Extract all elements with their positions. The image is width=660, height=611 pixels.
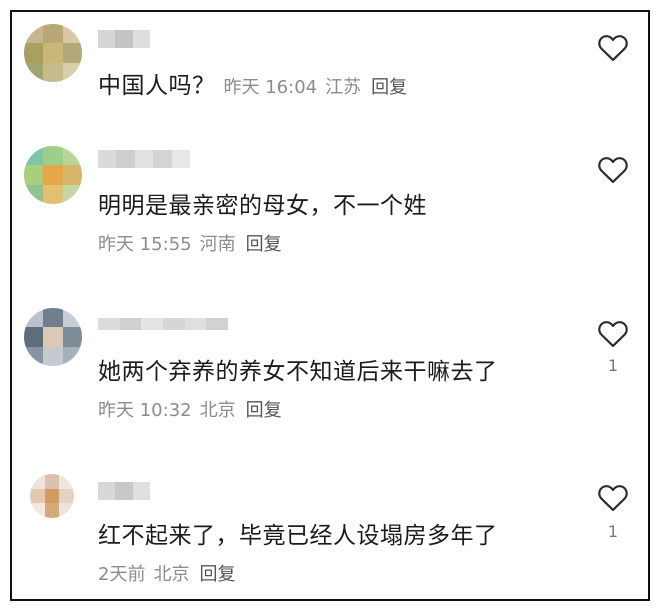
username-blurred[interactable]: [98, 318, 228, 330]
comment-text: 红不起来了，毕竟已经人设塌房多年了: [98, 523, 498, 549]
like-button[interactable]: [596, 154, 630, 184]
heart-outline-icon: [598, 321, 628, 348]
comment-time: 昨天 10:32: [98, 400, 192, 421]
reply-button[interactable]: 回复: [371, 77, 407, 98]
like-count: 1: [607, 356, 619, 375]
comment-location: 北京: [199, 400, 236, 421]
like-count: 1: [607, 522, 619, 541]
reply-button[interactable]: 回复: [246, 400, 282, 421]
comment-location: 北京: [153, 564, 190, 585]
username-blurred[interactable]: [98, 30, 150, 48]
avatar[interactable]: [24, 308, 82, 366]
comment-list: 中国人吗？ 昨天 16:04 江苏 回复 明明是最亲密的母女，不一个姓 昨天 15:5…: [10, 10, 650, 601]
like-button[interactable]: [596, 32, 630, 62]
comment-time: 昨天 16:04: [223, 77, 318, 98]
comment-text: 她两个弃养的养女不知道后来干嘛去了: [98, 359, 498, 385]
reply-button[interactable]: 回复: [199, 564, 235, 585]
comment-text: 明明是最亲密的母女，不一个姓: [98, 193, 427, 219]
comment-meta: 昨天 16:04 江苏 回复: [224, 77, 408, 98]
avatar[interactable]: [24, 146, 82, 204]
comment-location: 河南: [199, 234, 236, 255]
comment-meta: 昨天 15:55 河南 回复: [98, 230, 282, 256]
heart-outline-icon: [598, 485, 628, 512]
heart-outline-icon: [598, 35, 628, 62]
like-button[interactable]: [596, 482, 630, 512]
reply-button[interactable]: 回复: [246, 234, 282, 255]
username-blurred[interactable]: [98, 150, 190, 168]
comment-location: 江苏: [325, 77, 362, 98]
username-blurred[interactable]: [98, 482, 150, 500]
comment-time: 2天前: [98, 564, 146, 585]
comment-text: 中国人吗？ 昨天 16:04 江苏 回复: [98, 73, 408, 99]
avatar[interactable]: [24, 24, 82, 82]
avatar[interactable]: [30, 474, 74, 518]
like-button[interactable]: [596, 318, 630, 348]
comment-meta: 昨天 10:32 北京 回复: [98, 396, 282, 422]
comment-meta: 2天前 北京 回复: [98, 560, 235, 586]
heart-outline-icon: [598, 157, 628, 184]
comment-time: 昨天 15:55: [98, 234, 192, 255]
